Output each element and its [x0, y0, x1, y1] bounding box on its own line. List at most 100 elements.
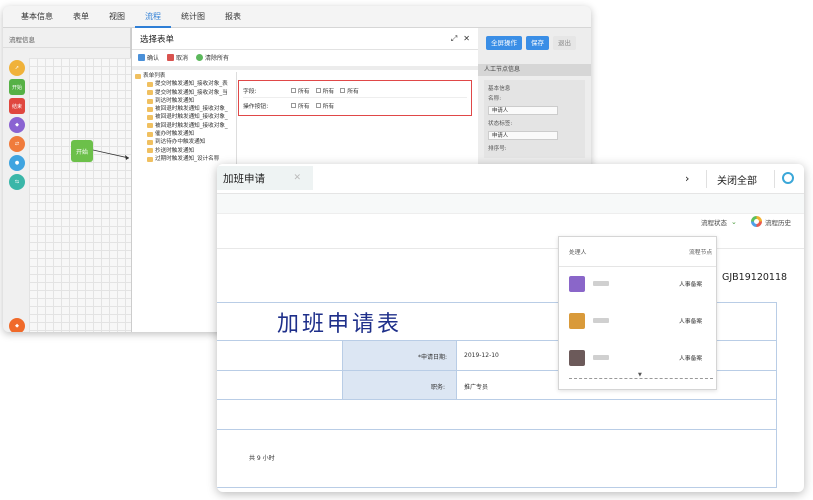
tree-item[interactable]: 过期时触发通知_设计名称: [135, 155, 236, 163]
cancel-icon: [167, 53, 175, 61]
tab-view[interactable]: 视图: [99, 6, 135, 28]
confirm-icon: [138, 53, 145, 61]
grid-line: [217, 487, 777, 488]
basic-info-title: 基本信息: [488, 86, 511, 92]
sub-toolbar: [217, 194, 804, 214]
fullscreen-button[interactable]: 全屏操作: [486, 36, 522, 50]
grid-line: [217, 399, 777, 400]
checkbox-all[interactable]: 所有: [291, 86, 310, 95]
screen: 基本信息 表单 视图 流程 统计图 报表 流程信息 ➚ 开始 结束 ◆ ⇄ ● …: [0, 0, 813, 500]
form-body: 流程状态 ⌄ 流程历史 GJB19120118 加班申请表 *申请日期: 201…: [217, 214, 804, 492]
tab-process[interactable]: 流程: [135, 6, 171, 28]
history-node: 人事备案: [679, 356, 703, 362]
tree-item-label: 到达待办中触发通知: [155, 139, 206, 146]
name-label: 名称:: [488, 96, 502, 102]
position-value[interactable]: 推广专员: [464, 382, 488, 391]
history-node: 人事备案: [679, 282, 703, 288]
save-button[interactable]: 保存: [526, 36, 549, 50]
flow-status-button[interactable]: 流程状态 ⌄: [701, 217, 737, 227]
tree-item[interactable]: 到达待办中触发通知: [135, 138, 236, 146]
node-info-title: 人工节点信息: [478, 64, 591, 76]
divider: [706, 170, 707, 188]
handler-name-blurred: [593, 318, 609, 323]
tree-item[interactable]: 被回退时触发通知_接收对象_: [135, 122, 236, 130]
history-row[interactable]: 人事备案: [559, 267, 716, 304]
tree-item-label: 抄送时触发通知: [155, 147, 195, 154]
arrow-icon[interactable]: ➚: [9, 60, 25, 76]
avatar: [569, 276, 585, 292]
field-row-label: 字段:: [243, 89, 257, 95]
start-icon[interactable]: 开始: [9, 79, 25, 95]
avatar: [569, 313, 585, 329]
tree-item[interactable]: 被回退时触发通知_接收对象_: [135, 105, 236, 113]
tab-form[interactable]: 表单: [63, 6, 99, 28]
gateway-icon[interactable]: ◆: [9, 117, 25, 133]
tree-item[interactable]: 催办时触发通知: [135, 130, 236, 138]
tree-item[interactable]: 被回退时触发通知_接收对象_: [135, 113, 236, 121]
tree-item-label: 到达时触发通知: [155, 97, 195, 104]
history-row[interactable]: 人事备案: [559, 304, 716, 341]
checkbox-all[interactable]: 所有: [315, 101, 334, 110]
checkbox-label: 所有: [298, 103, 310, 110]
name-field[interactable]: 申请人: [488, 106, 558, 115]
checkbox-all[interactable]: 所有: [315, 86, 335, 95]
tree-root[interactable]: 表单列表: [135, 72, 236, 80]
eraser-icon[interactable]: ◆: [9, 318, 25, 332]
dialog-splitter[interactable]: [132, 66, 478, 70]
checkbox-label: 所有: [298, 89, 310, 95]
chevron-down-icon: ⌄: [731, 218, 737, 226]
total-hours: 共 9 小时: [249, 455, 275, 462]
exit-button[interactable]: 退出: [553, 36, 576, 50]
folder-icon: [135, 73, 141, 79]
checkbox-box: [291, 102, 296, 108]
tree-item[interactable]: 提交时触发通知_接收对象_当: [135, 89, 236, 97]
chevron-right-icon[interactable]: ›: [685, 172, 689, 185]
checkbox-all[interactable]: 所有: [291, 101, 310, 110]
end-icon[interactable]: 结束: [9, 98, 25, 114]
tree-item[interactable]: 到达时触发通知: [135, 97, 236, 105]
state-field[interactable]: 申请人: [488, 131, 558, 140]
front-header: 加班申请 ✕ › 关闭全部: [217, 164, 804, 194]
state-label: 状态标签:: [488, 121, 513, 127]
tree-item-label: 被回退时触发通知_接收对象_: [155, 114, 228, 121]
tree-item-label: 提交时触发通知_接收对象_当: [155, 89, 228, 96]
apply-date-value[interactable]: 2019-12-10: [464, 352, 499, 359]
gear-icon[interactable]: [782, 172, 794, 184]
close-icon[interactable]: ✕: [463, 34, 470, 44]
cancel-button[interactable]: 取消: [167, 53, 188, 62]
user-icon[interactable]: ●: [9, 155, 25, 171]
tree-item-label: 提交时触发通知_接收对象_表: [155, 81, 228, 88]
start-node[interactable]: 开始: [71, 140, 93, 162]
action-row-label: 操作按钮:: [243, 103, 269, 110]
folder-icon: [147, 115, 153, 121]
close-all-button[interactable]: 关闭全部: [717, 172, 757, 187]
tree-item[interactable]: 提交时触发通知_接收对象_表: [135, 80, 236, 88]
checkbox-all[interactable]: 所有: [340, 86, 359, 95]
tab-statistics[interactable]: 统计图: [171, 6, 215, 28]
flow-history-button[interactable]: 流程历史: [751, 216, 791, 227]
tab-overtime-request[interactable]: 加班申请 ✕: [217, 166, 313, 190]
tree-item-label: 被回退时触发通知_接收对象_: [155, 122, 228, 129]
checkbox-box: [291, 88, 296, 93]
task-icon[interactable]: ⇄: [9, 136, 25, 152]
clear-all-button[interactable]: 清除所有: [196, 53, 229, 62]
flow-history-label: 流程历史: [765, 218, 791, 227]
branch-icon[interactable]: ⇆: [9, 174, 25, 190]
expand-icon[interactable]: ⤢: [451, 34, 457, 44]
handler-name-blurred: [593, 355, 609, 360]
folder-icon: [147, 140, 153, 146]
tree-item-label: 被回退时触发通知_接收对象_: [155, 106, 228, 113]
history-footer-divider: [569, 378, 713, 379]
checkbox-label: 所有: [322, 89, 335, 95]
start-icon-label: 开始: [11, 84, 22, 91]
order-label: 排序号:: [488, 146, 507, 152]
document-number: GJB19120118: [722, 272, 788, 283]
design-canvas[interactable]: [29, 58, 131, 332]
divider: [774, 170, 775, 188]
tab-basic-info[interactable]: 基本信息: [11, 6, 63, 28]
tab-report[interactable]: 报表: [215, 6, 251, 28]
confirm-button[interactable]: 确认: [138, 53, 159, 62]
grid-line: [776, 302, 777, 488]
close-icon[interactable]: ✕: [293, 173, 301, 183]
tree-item[interactable]: 抄送时触发通知: [135, 147, 236, 155]
